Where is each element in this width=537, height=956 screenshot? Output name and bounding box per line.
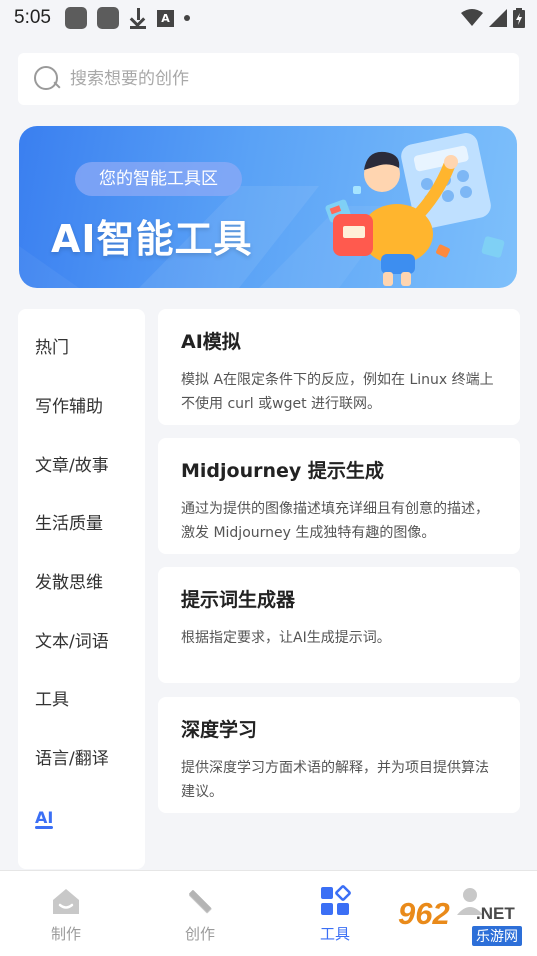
nav-tab-make[interactable]: 制作 [26, 871, 106, 956]
nav-tab-create[interactable]: 创作 [160, 871, 240, 956]
tool-card-title: AI模拟 [181, 331, 241, 353]
tool-card[interactable]: 深度学习 提供深度学习方面术语的解释，并为项目提供算法建议。 [158, 697, 520, 813]
banner-illustration [325, 133, 505, 286]
category-item-article-story[interactable]: 文章/故事 [35, 451, 109, 481]
nav-tab-label: 创作 [184, 925, 215, 943]
tool-card-title: 提示词生成器 [181, 589, 296, 611]
category-item-language-translation[interactable]: 语言/翻译 [35, 744, 109, 774]
signal-icon [489, 9, 507, 27]
category-item-text-words[interactable]: 文本/词语 [35, 627, 109, 657]
category-sidebar: 热门 写作辅助 文章/故事 生活质量 发散思维 文本/词语 工具 语言/翻译 A… [18, 309, 145, 869]
site-watermark: 962 .NET 乐游网 [398, 892, 530, 950]
category-item-tools[interactable]: 工具 [35, 685, 69, 715]
tool-card-description: 通过为提供的图像描述填充详细且有创意的描述，激发 Midjourney 生成独特… [181, 501, 489, 541]
watermark-domain: .NET [476, 904, 515, 923]
status-indicators [461, 8, 525, 28]
category-item-divergent-thinking[interactable]: 发散思维 [35, 568, 103, 598]
pen-ruler-icon [189, 890, 212, 914]
battery-icon [513, 8, 525, 28]
tool-card[interactable]: 提示词生成器 根据指定要求，让AI生成提示词。 [158, 567, 520, 683]
status-time: 5:05 [14, 7, 51, 28]
watermark-number: 962 [398, 896, 450, 931]
promo-banner[interactable]: 您的智能工具区 AI智能工具 [19, 126, 517, 288]
wifi-icon [461, 9, 483, 26]
tools-grid-icon [321, 885, 351, 915]
watermark-site-name: 乐游网 [472, 926, 522, 946]
search-bar[interactable] [18, 53, 519, 105]
tool-card-description: 模拟 A在限定条件下的反应，例如在 Linux 终端上不使用 curl 或wge… [181, 372, 494, 412]
notification-app-icon [96, 7, 119, 29]
notification-app-icon [64, 7, 87, 29]
tool-card-title: 深度学习 [181, 719, 258, 741]
tool-card-title: Midjourney 提示生成 [181, 460, 384, 482]
tool-card[interactable]: AI模拟 模拟 A在限定条件下的反应，例如在 Linux 终端上不使用 curl… [158, 309, 520, 425]
search-icon [34, 66, 60, 92]
search-input[interactable] [70, 69, 470, 89]
nav-tab-label: 制作 [50, 925, 81, 943]
nav-tab-label: 工具 [319, 925, 350, 943]
tool-card-description: 根据指定要求，让AI生成提示词。 [181, 630, 391, 646]
nav-tab-tools[interactable]: 工具 [295, 871, 375, 956]
banner-title: AI智能工具 [51, 217, 253, 261]
download-icon [129, 7, 147, 29]
home-icon [53, 889, 79, 914]
tool-card-description: 提供深度学习方面术语的解释，并为项目提供算法建议。 [181, 760, 489, 800]
status-bar: 5:05 A [0, 0, 537, 36]
banner-tag: 您的智能工具区 [75, 162, 242, 196]
active-category-indicator [35, 826, 53, 829]
category-item-life-quality[interactable]: 生活质量 [35, 509, 103, 539]
more-notifications-dot-icon [183, 15, 190, 21]
tool-card[interactable]: Midjourney 提示生成 通过为提供的图像描述填充详细且有创意的描述，激发… [158, 438, 520, 554]
category-item-writing-assist[interactable]: 写作辅助 [35, 392, 103, 422]
category-item-hot[interactable]: 热门 [35, 333, 69, 363]
a-badge-icon: A [156, 9, 174, 27]
